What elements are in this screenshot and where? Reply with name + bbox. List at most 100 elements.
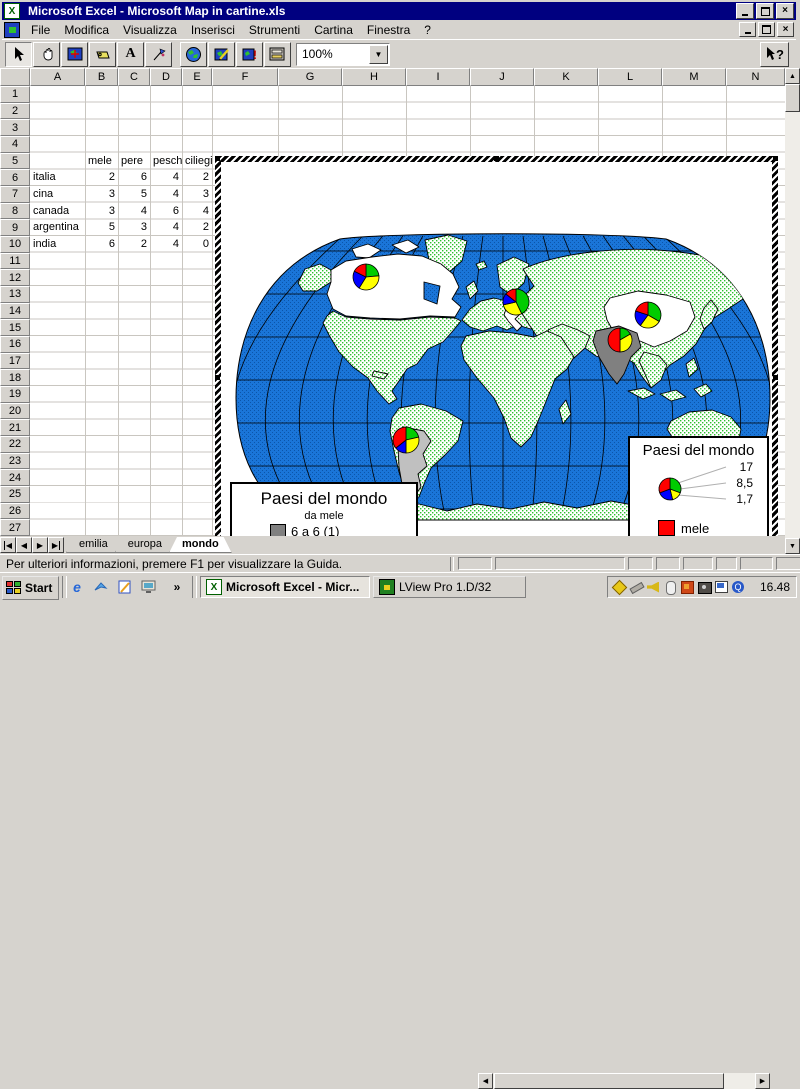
- cell-A7[interactable]: cina: [30, 186, 85, 202]
- column-header-K[interactable]: K: [534, 68, 598, 86]
- row-header-15[interactable]: 15: [0, 319, 30, 336]
- menu-inserisci[interactable]: Inserisci: [184, 21, 242, 39]
- doc-restore-button[interactable]: [758, 22, 775, 37]
- column-header-J[interactable]: J: [470, 68, 534, 86]
- resize-handle[interactable]: [494, 156, 499, 161]
- close-button[interactable]: ×: [776, 3, 794, 19]
- row-header-21[interactable]: 21: [0, 419, 30, 436]
- cell-B10[interactable]: 6: [85, 236, 118, 252]
- sheet-tab-europa[interactable]: europa: [115, 537, 175, 553]
- tray-camera-icon[interactable]: [697, 580, 712, 595]
- cell-A9[interactable]: argentina: [30, 219, 85, 235]
- cell-B6[interactable]: 2: [85, 169, 118, 185]
- row-header-3[interactable]: 3: [0, 119, 30, 136]
- tray-diamond-icon[interactable]: [612, 580, 627, 595]
- row-header-13[interactable]: 13: [0, 286, 30, 303]
- tray-volume-icon[interactable]: [646, 580, 661, 595]
- grabber-button[interactable]: [33, 42, 60, 67]
- column-header-M[interactable]: M: [662, 68, 726, 86]
- row-header-7[interactable]: 7: [0, 186, 30, 203]
- sheet-tab-mondo[interactable]: mondo: [169, 537, 232, 553]
- menu-finestra[interactable]: Finestra: [360, 21, 417, 39]
- sheet-tab-emilia[interactable]: emilia: [66, 537, 121, 553]
- cell-B5[interactable]: mele: [85, 153, 118, 169]
- help-button[interactable]: ?: [760, 42, 789, 67]
- column-header-B[interactable]: B: [85, 68, 118, 86]
- cell-C9[interactable]: 3: [118, 219, 150, 235]
- cell-D5[interactable]: pesche: [150, 153, 182, 169]
- scroll-right-button[interactable]: ▶: [755, 1073, 770, 1089]
- cell-E8[interactable]: 4: [182, 203, 212, 219]
- notes-icon[interactable]: [116, 578, 134, 596]
- cell-D10[interactable]: 4: [150, 236, 182, 252]
- column-header-G[interactable]: G: [278, 68, 342, 86]
- menu-strumenti[interactable]: Strumenti: [242, 21, 307, 39]
- column-header-A[interactable]: A: [30, 68, 85, 86]
- row-header-26[interactable]: 26: [0, 503, 30, 520]
- start-button[interactable]: Start: [2, 576, 59, 600]
- cell-C5[interactable]: pere: [118, 153, 150, 169]
- row-header-25[interactable]: 25: [0, 486, 30, 503]
- column-header-N[interactable]: N: [726, 68, 785, 86]
- cell-B8[interactable]: 3: [85, 203, 118, 219]
- tray-tool-icon[interactable]: [629, 580, 644, 595]
- show-desktop-icon[interactable]: [140, 578, 158, 596]
- chevron-more-icon[interactable]: »: [168, 578, 186, 596]
- cell-D6[interactable]: 4: [150, 169, 182, 185]
- cell-B9[interactable]: 5: [85, 219, 118, 235]
- row-header-19[interactable]: 19: [0, 386, 30, 403]
- menu-cartina[interactable]: Cartina: [307, 21, 360, 39]
- cell-C8[interactable]: 4: [118, 203, 150, 219]
- prev-sheet-button[interactable]: ◀: [16, 537, 32, 553]
- cell-E10[interactable]: 0: [182, 236, 212, 252]
- row-header-23[interactable]: 23: [0, 453, 30, 470]
- column-header-C[interactable]: C: [118, 68, 150, 86]
- row-header-11[interactable]: 11: [0, 253, 30, 270]
- cell-D8[interactable]: 6: [150, 203, 182, 219]
- menu-modifica[interactable]: Modifica: [57, 21, 116, 39]
- row-header-1[interactable]: 1: [0, 86, 30, 103]
- select-arrow-button[interactable]: [5, 42, 32, 67]
- map-object[interactable]: Paesi del mondo da mele 6 a 6 (1)5 a 6 (…: [215, 156, 778, 599]
- row-header-22[interactable]: 22: [0, 436, 30, 453]
- scroll-up-button[interactable]: ▲: [785, 68, 800, 84]
- display-entire-button[interactable]: [180, 42, 207, 67]
- redraw-map-button[interactable]: [208, 42, 235, 67]
- row-header-27[interactable]: 27: [0, 519, 30, 536]
- vertical-scrollbar[interactable]: ▲ ▼: [785, 68, 800, 554]
- tray-quicktime-icon[interactable]: Q: [731, 580, 746, 595]
- row-header-16[interactable]: 16: [0, 336, 30, 353]
- row-header-17[interactable]: 17: [0, 353, 30, 370]
- scroll-left-button[interactable]: ◀: [478, 1073, 493, 1089]
- cell-A6[interactable]: italia: [30, 169, 85, 185]
- tray-mouse-icon[interactable]: [663, 580, 678, 595]
- last-sheet-button[interactable]: ▶: [48, 537, 64, 553]
- menu-file[interactable]: File: [24, 21, 57, 39]
- map-labels-button[interactable]: [89, 42, 116, 67]
- cell-C7[interactable]: 5: [118, 186, 150, 202]
- column-header-D[interactable]: D: [150, 68, 182, 86]
- first-sheet-button[interactable]: ◀: [0, 537, 16, 553]
- row-header-20[interactable]: 20: [0, 403, 30, 420]
- row-header-12[interactable]: 12: [0, 269, 30, 286]
- column-header-H[interactable]: H: [342, 68, 406, 86]
- row-header-24[interactable]: 24: [0, 469, 30, 486]
- row-header-18[interactable]: 18: [0, 369, 30, 386]
- tray-display-icon[interactable]: [714, 580, 729, 595]
- row-header-14[interactable]: 14: [0, 303, 30, 320]
- horizontal-scrollbar[interactable]: ◀ ▶: [478, 1073, 770, 1089]
- doc-close-button[interactable]: ×: [777, 22, 794, 37]
- resize-handle[interactable]: [215, 375, 220, 380]
- show-hide-map-control-button[interactable]: [264, 42, 291, 67]
- task-button-excel[interactable]: X Microsoft Excel - Micr...: [200, 576, 370, 598]
- column-header-F[interactable]: F: [212, 68, 278, 86]
- cell-E6[interactable]: 2: [182, 169, 212, 185]
- center-map-button[interactable]: [61, 42, 88, 67]
- internet-explorer-icon[interactable]: e: [68, 578, 86, 596]
- outlook-express-icon[interactable]: [92, 578, 110, 596]
- row-header-6[interactable]: 6: [0, 169, 30, 186]
- column-header-I[interactable]: I: [406, 68, 470, 86]
- column-header-E[interactable]: E: [182, 68, 212, 86]
- select-all-corner[interactable]: [0, 68, 30, 86]
- cell-E9[interactable]: 2: [182, 219, 212, 235]
